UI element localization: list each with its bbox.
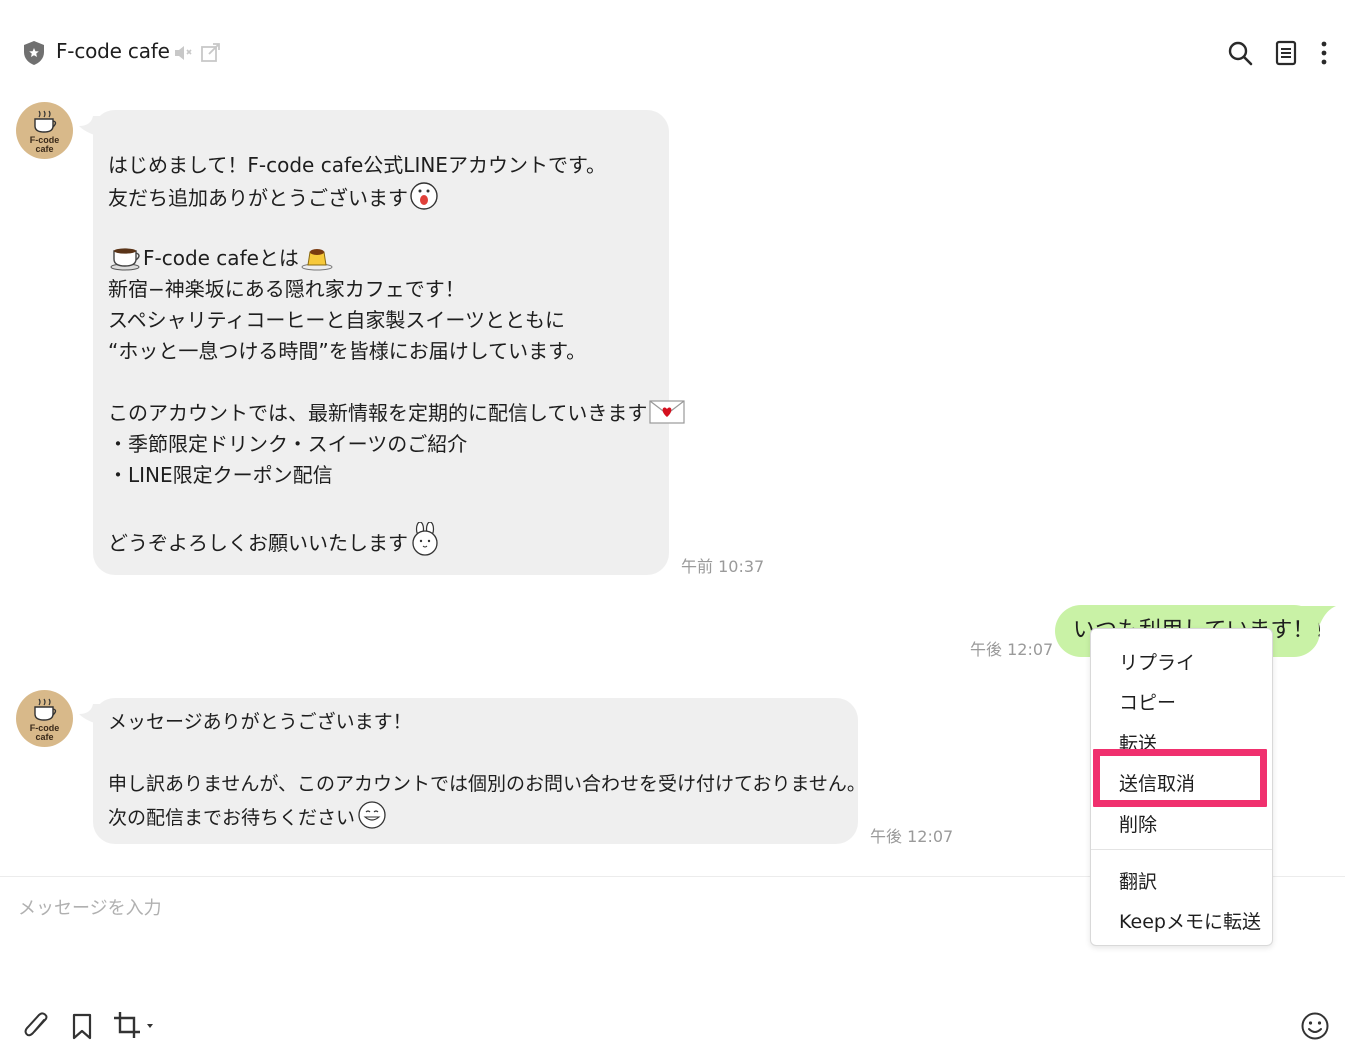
avatar[interactable]: F-code cafe bbox=[16, 690, 73, 747]
menu-item-keep-memo[interactable]: Keepメモに転送 bbox=[1119, 907, 1261, 934]
paperclip-icon[interactable] bbox=[22, 1010, 52, 1042]
message-line: メッセージありがとうございます！ bbox=[108, 711, 412, 733]
highlight-box bbox=[1093, 749, 1267, 807]
message-input[interactable] bbox=[18, 893, 1078, 923]
svg-text:cafe: cafe bbox=[35, 144, 53, 154]
bookmark-icon[interactable] bbox=[68, 1010, 98, 1042]
message-line: はじめまして！F-code cafe公式LINEアカウントです。 bbox=[108, 153, 606, 177]
crop-icon[interactable] bbox=[112, 1010, 156, 1042]
more-vertical-icon[interactable] bbox=[1312, 38, 1336, 68]
external-link-icon[interactable] bbox=[200, 42, 222, 64]
message-bubble[interactable]: メッセージありがとうございます！ 申し訳ありませんが、このアカウントでは個別のお… bbox=[79, 698, 866, 844]
message-line: ・季節限定ドリンク・スイーツのご紹介 bbox=[108, 432, 468, 456]
message-bubble[interactable]: はじめまして！F-code cafe公式LINEアカウントです。 友だち追加あり… bbox=[79, 110, 686, 575]
coffee-icon bbox=[110, 248, 140, 271]
pudding-icon bbox=[301, 249, 333, 271]
message-line: 新宿−神楽坂にある隠れ家カフェです！ bbox=[108, 277, 465, 301]
message-line: F-code cafeとは bbox=[108, 243, 669, 274]
notes-icon[interactable] bbox=[1272, 38, 1300, 68]
rabbit-face-icon bbox=[412, 522, 438, 556]
message-line: このアカウントでは、最新情報を定期的に配信していきます bbox=[108, 398, 686, 429]
message-timestamp: 午後 12:07 bbox=[970, 640, 1054, 659]
message-line: 次の配信までお待ちください bbox=[108, 800, 858, 831]
chat-header: F-code cafe bbox=[0, 0, 1345, 100]
menu-item-delete[interactable]: 削除 bbox=[1119, 810, 1157, 837]
shield-icon bbox=[24, 41, 44, 65]
message-line: 申し訳ありませんが、このアカウントでは個別のお問い合わせを受け付けておりません。 bbox=[108, 773, 866, 795]
search-icon[interactable] bbox=[1226, 38, 1254, 68]
svg-text:cafe: cafe bbox=[35, 732, 53, 742]
smiling-face-icon bbox=[358, 801, 386, 829]
menu-divider bbox=[1091, 849, 1272, 850]
coffee-cup-icon: F-code cafe bbox=[30, 110, 59, 154]
message-line: ・LINE限定クーポン配信 bbox=[108, 463, 333, 487]
message-line: “ホッと一息つける時間”を皆様にお届けしています。 bbox=[108, 339, 587, 363]
chat-title[interactable]: F-code cafe bbox=[56, 39, 170, 63]
message-line: どうぞよろしくお願いいたします bbox=[108, 522, 669, 556]
menu-item-copy[interactable]: コピー bbox=[1119, 688, 1176, 715]
message-line: スペシャリティコーヒーと自家製スイーツとともに bbox=[108, 308, 565, 332]
menu-item-translate[interactable]: 翻訳 bbox=[1119, 867, 1157, 894]
surprised-face-icon bbox=[410, 182, 438, 210]
envelope-heart-icon bbox=[649, 400, 686, 424]
menu-item-reply[interactable]: リプライ bbox=[1119, 648, 1195, 675]
emoji-icon[interactable] bbox=[1300, 1010, 1330, 1042]
message-timestamp: 午前 10:37 bbox=[681, 557, 765, 576]
message-line: 友だち追加ありがとうございます bbox=[108, 181, 669, 212]
coffee-cup-icon: F-code cafe bbox=[30, 698, 59, 742]
avatar[interactable]: F-code cafe bbox=[16, 102, 73, 159]
message-timestamp: 午後 12:07 bbox=[870, 827, 954, 846]
speaker-muted-icon[interactable] bbox=[172, 42, 194, 64]
